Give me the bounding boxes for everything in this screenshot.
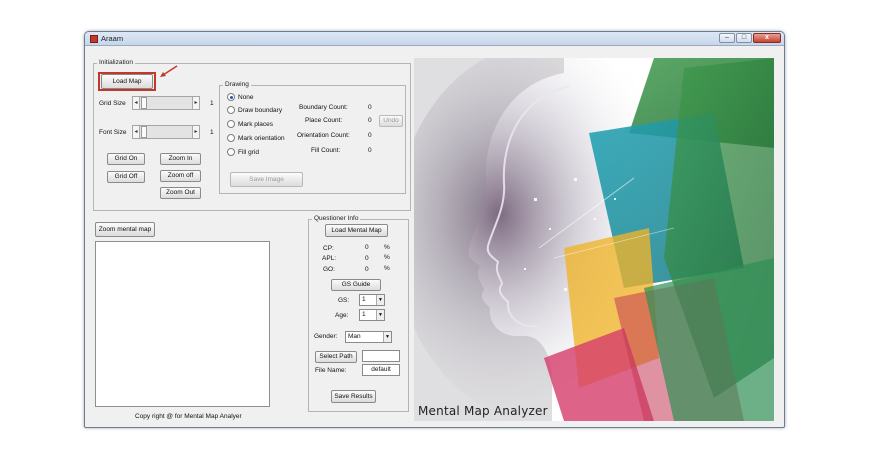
fill-count-value: 0: [368, 147, 372, 154]
load-map-button[interactable]: Load Map: [101, 74, 153, 89]
app-window: Araam – □ x Initialization Load Map Grid…: [84, 31, 785, 428]
age-select[interactable]: 1 ▼: [359, 309, 385, 321]
file-name-field[interactable]: default: [362, 364, 400, 376]
radio-none[interactable]: [227, 93, 235, 101]
grid-size-value: 1: [210, 100, 214, 107]
close-button[interactable]: x: [753, 33, 781, 43]
zoom-in-button[interactable]: Zoom In: [160, 153, 201, 165]
slider-thumb[interactable]: [141, 126, 147, 138]
grid-on-button[interactable]: Grid On: [107, 153, 145, 165]
file-name-label: File Name:: [315, 367, 347, 374]
gs-label: GS:: [338, 297, 350, 304]
path-field[interactable]: [362, 350, 400, 362]
arrow-right-icon[interactable]: ▸: [192, 126, 199, 138]
mental-map-artwork: Mental Map Analyzer: [414, 58, 774, 421]
apl-label: APL:: [322, 255, 337, 262]
chevron-down-icon[interactable]: ▼: [383, 332, 391, 342]
place-count-value: 0: [368, 117, 372, 124]
grid-size-label: Grid Size: [99, 100, 126, 107]
radio-mark-orientation[interactable]: [227, 134, 235, 142]
save-image-button[interactable]: Save Image: [230, 172, 303, 187]
grid-off-button[interactable]: Grid Off: [107, 171, 145, 183]
window-title: Araam: [101, 34, 124, 43]
minimize-button[interactable]: –: [719, 33, 735, 43]
maximize-button[interactable]: □: [736, 33, 752, 43]
go-label: GO:: [323, 266, 335, 273]
questioner-info-title: Questioner Info: [312, 215, 361, 222]
initialization-title: Initialization: [97, 59, 135, 66]
copyright-text: Copy right @ for Mental Map Analyer: [135, 413, 242, 420]
artwork-caption: Mental Map Analyzer: [418, 404, 548, 418]
radio-label-draw-boundary: Draw boundary: [238, 107, 283, 114]
radio-label-fill-grid: Fill grid: [238, 149, 259, 156]
title-bar: Araam – □ x: [85, 32, 784, 46]
chevron-down-icon[interactable]: ▼: [376, 295, 384, 305]
font-size-value: 1: [210, 129, 214, 136]
boundary-count-label: Boundary Count:: [299, 104, 348, 111]
cp-value: 0: [365, 244, 369, 251]
slider-thumb[interactable]: [141, 97, 147, 109]
radio-draw-boundary[interactable]: [227, 106, 235, 114]
zoom-off-button[interactable]: Zoom off: [160, 170, 201, 182]
place-count-label: Place Count:: [305, 117, 343, 124]
zoom-out-button[interactable]: Zoom Out: [160, 187, 201, 199]
apl-value: 0: [365, 255, 369, 262]
orientation-count-value: 0: [368, 132, 372, 139]
zoom-mental-map-button[interactable]: Zoom mental map: [95, 222, 155, 237]
cp-label: CP:: [323, 245, 334, 252]
gs-select[interactable]: 1 ▼: [359, 294, 385, 306]
go-value: 0: [365, 266, 369, 273]
font-size-label: Font Size: [99, 129, 127, 136]
boundary-count-value: 0: [368, 104, 372, 111]
radio-fill-grid[interactable]: [227, 148, 235, 156]
drawing-title: Drawing: [223, 81, 251, 88]
age-label: Age:: [335, 312, 349, 319]
radio-mark-places[interactable]: [227, 120, 235, 128]
load-mental-map-button[interactable]: Load Mental Map: [325, 224, 388, 237]
apl-unit: %: [384, 254, 390, 261]
radio-label-none: None: [238, 94, 254, 101]
undo-button[interactable]: Undo: [379, 115, 403, 127]
gs-guide-button[interactable]: GS Guide: [331, 279, 381, 291]
gender-label: Gender:: [314, 333, 338, 340]
select-path-button[interactable]: Select Path: [315, 351, 357, 363]
orientation-count-label: Orientation Count:: [297, 132, 350, 139]
mental-map-view[interactable]: [95, 241, 270, 407]
font-size-slider[interactable]: ◂ ▸: [132, 125, 200, 139]
cp-unit: %: [384, 244, 390, 251]
arrow-left-icon[interactable]: ◂: [133, 126, 140, 138]
red-arrow-icon: [160, 65, 178, 77]
save-results-button[interactable]: Save Results: [331, 390, 376, 403]
radio-label-mark-places: Mark places: [238, 121, 274, 128]
arrow-left-icon[interactable]: ◂: [133, 97, 140, 109]
age-select-value: 1: [362, 311, 366, 318]
radio-label-mark-orientation: Mark orientation: [238, 135, 285, 142]
artwork-image: [414, 58, 774, 421]
fill-count-label: Fill Count:: [311, 147, 341, 154]
gs-select-value: 1: [362, 296, 366, 303]
app-icon: [90, 35, 98, 43]
gender-select[interactable]: Man ▼: [345, 331, 392, 343]
go-unit: %: [384, 265, 390, 272]
chevron-down-icon[interactable]: ▼: [376, 310, 384, 320]
gender-select-value: Man: [348, 333, 361, 340]
grid-size-slider[interactable]: ◂ ▸: [132, 96, 200, 110]
arrow-right-icon[interactable]: ▸: [192, 97, 199, 109]
